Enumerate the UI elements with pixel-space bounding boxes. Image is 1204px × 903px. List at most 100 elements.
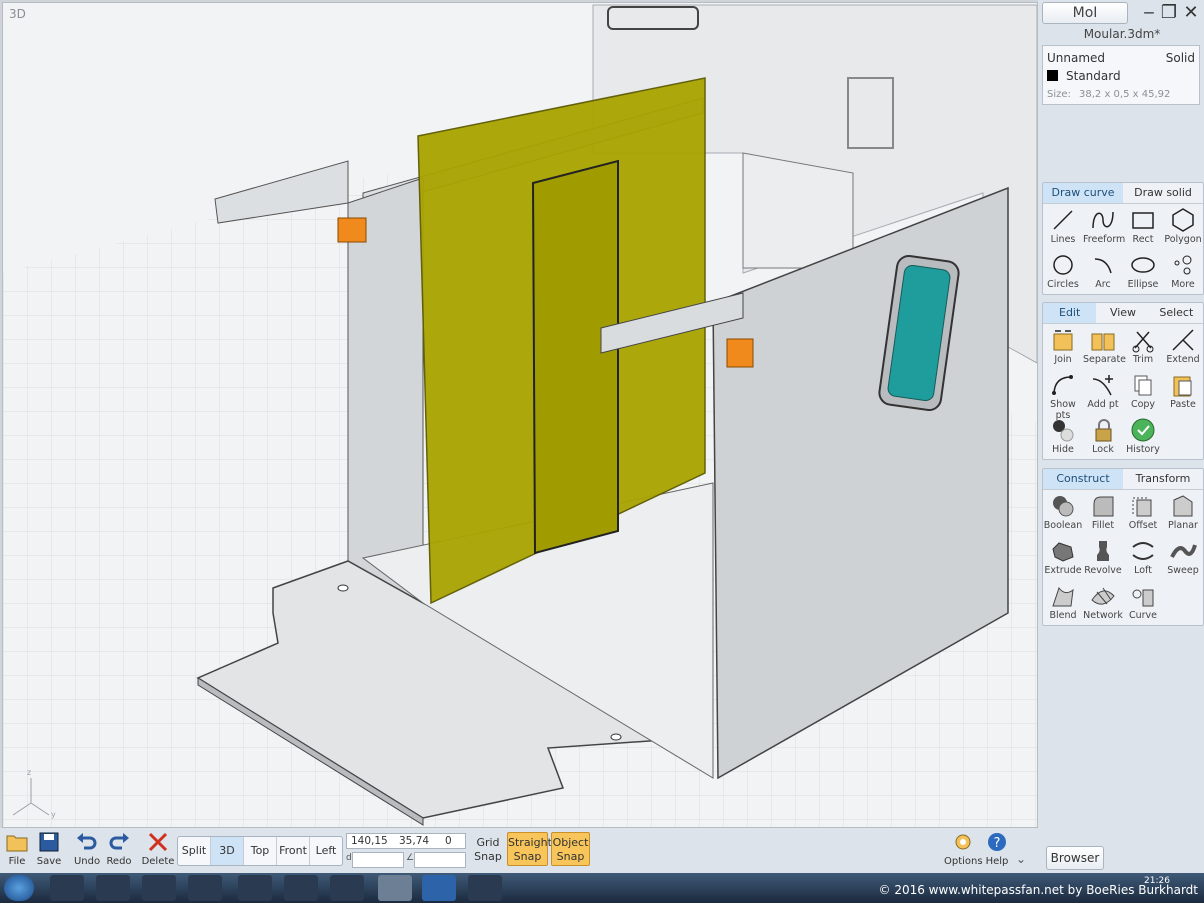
object-snap-line2: Snap	[556, 850, 585, 863]
svg-text:z: z	[27, 768, 31, 777]
copy-button[interactable]: Copy	[1123, 369, 1163, 414]
tab-draw-curve[interactable]: Draw curve	[1043, 183, 1123, 203]
extend-button[interactable]: Extend	[1163, 324, 1203, 369]
arc-button[interactable]: Arc	[1083, 249, 1123, 294]
object-name[interactable]: Unnamed	[1047, 51, 1105, 65]
explorer-icon[interactable]	[142, 875, 176, 901]
media-player-icon[interactable]	[50, 875, 84, 901]
ellipse-button[interactable]: Ellipse	[1123, 249, 1163, 294]
lines-button[interactable]: Lines	[1043, 204, 1083, 249]
tool-label: Sweep	[1167, 565, 1199, 576]
save-button[interactable]: Save	[32, 832, 66, 867]
app-2009-icon[interactable]	[238, 875, 272, 901]
hide-button[interactable]: Hide	[1043, 414, 1083, 459]
layer-color-swatch[interactable]	[1047, 70, 1058, 81]
sweep-button[interactable]: Sweep	[1163, 535, 1203, 580]
straight-snap-line2: Snap	[513, 850, 542, 863]
trim-button[interactable]: Trim	[1123, 324, 1163, 369]
file-button[interactable]: File	[0, 832, 34, 867]
history-button[interactable]: History	[1123, 414, 1163, 459]
tool-label: Hide	[1052, 444, 1074, 455]
restore-icon[interactable]: ❐	[1158, 2, 1180, 24]
grid-snap-toggle[interactable]: Grid Snap	[472, 836, 504, 864]
browser-button[interactable]: Browser	[1046, 846, 1104, 870]
angle-field[interactable]	[414, 852, 466, 868]
ie-icon[interactable]	[188, 875, 222, 901]
view-front-button[interactable]: Front	[277, 837, 310, 865]
redo-button[interactable]: Redo	[102, 832, 136, 867]
app-menu-button[interactable]: MoI	[1042, 2, 1128, 24]
polygon-icon	[1163, 206, 1203, 234]
blend-icon	[1043, 582, 1083, 610]
network-button[interactable]: Network	[1083, 580, 1123, 625]
extrude-button[interactable]: Extrude	[1043, 535, 1083, 580]
paste-button[interactable]: Paste	[1163, 369, 1203, 414]
object-snap-toggle[interactable]: Object Snap	[551, 832, 590, 866]
more-button[interactable]: More	[1163, 249, 1203, 294]
view-left-button[interactable]: Left	[310, 837, 342, 865]
chrome-icon[interactable]	[96, 875, 130, 901]
loft-button[interactable]: Loft	[1123, 535, 1163, 580]
tab-edit[interactable]: Edit	[1043, 303, 1097, 323]
polygon-button[interactable]: Polygon	[1163, 204, 1203, 249]
clamp-left	[337, 217, 367, 243]
delete-button[interactable]: Delete	[141, 832, 175, 867]
fillet-button[interactable]: Fillet	[1083, 490, 1123, 535]
tool-label: Curve	[1128, 610, 1158, 621]
angle-label: ∠	[406, 853, 415, 863]
options-button[interactable]: Options	[944, 832, 983, 867]
tab-transform[interactable]: Transform	[1123, 469, 1203, 489]
show-points-button[interactable]: Show pts	[1043, 369, 1083, 421]
minimize-icon[interactable]: ‒	[1138, 2, 1160, 24]
undo-icon	[77, 833, 97, 850]
blend-button[interactable]: Blend	[1043, 580, 1083, 625]
revolve-button[interactable]: Revolve	[1083, 535, 1123, 580]
xyz-field[interactable]: 140,15 35,74 0	[346, 833, 466, 849]
undo-button[interactable]: Undo	[70, 832, 104, 867]
tool-label: Lock	[1092, 444, 1114, 455]
paint-icon[interactable]	[284, 875, 318, 901]
view-split-button[interactable]: Split	[178, 837, 211, 865]
scene-canvas[interactable]: z y	[3, 3, 1037, 827]
freeform-button[interactable]: Freeform	[1083, 204, 1125, 249]
size-value: 38,2 x 0,5 x 45,92	[1079, 89, 1171, 100]
circles-button[interactable]: Circles	[1043, 249, 1083, 294]
file-label: File	[8, 856, 26, 867]
size-label: Size:	[1047, 89, 1071, 100]
offset-button[interactable]: Offset	[1123, 490, 1163, 535]
mail-icon[interactable]	[468, 875, 502, 901]
delete-icon	[148, 832, 168, 852]
object-type: Solid	[1165, 51, 1195, 65]
curve-button[interactable]: Curve	[1123, 580, 1163, 625]
lock-button[interactable]: Lock	[1083, 414, 1123, 459]
help-label: Help	[985, 856, 1009, 867]
separate-icon	[1083, 326, 1123, 354]
3d-viewport[interactable]: z y 3D	[2, 2, 1038, 828]
planar-button[interactable]: Planar	[1163, 490, 1203, 535]
collapse-chevron-icon[interactable]: ⌄	[1016, 852, 1026, 866]
view-switcher: Split 3D Top Front Left	[177, 836, 343, 866]
moi-taskbar-icon[interactable]	[378, 875, 412, 901]
view-3d-button[interactable]: 3D	[211, 837, 244, 865]
layer-name[interactable]: Standard	[1066, 69, 1121, 83]
network-icon[interactable]	[330, 875, 364, 901]
close-icon[interactable]: ✕	[1180, 2, 1202, 24]
pse-icon[interactable]	[422, 875, 456, 901]
view-top-button[interactable]: Top	[244, 837, 277, 865]
tool-label: History	[1126, 444, 1160, 455]
rect-button[interactable]: Rect	[1123, 204, 1163, 249]
properties-box[interactable]: Unnamed Solid Standard Size: 38,2 x 0,5 …	[1042, 45, 1200, 105]
start-button-icon[interactable]	[4, 875, 34, 901]
tab-draw-solid[interactable]: Draw solid	[1123, 183, 1203, 203]
straight-snap-toggle[interactable]: Straight Snap	[507, 832, 552, 866]
join-button[interactable]: Join	[1043, 324, 1083, 369]
tab-construct[interactable]: Construct	[1043, 469, 1123, 489]
add-point-button[interactable]: Add pt	[1083, 369, 1123, 414]
distance-field[interactable]	[352, 852, 404, 868]
tab-select[interactable]: Select	[1150, 303, 1203, 323]
tab-view[interactable]: View	[1096, 303, 1149, 323]
help-button[interactable]: ? Help	[982, 832, 1012, 867]
separate-button[interactable]: Separate	[1083, 324, 1126, 369]
copyright-watermark: © 2016 www.whitepassfan.net by BoeRies B…	[878, 883, 1198, 897]
boolean-button[interactable]: Boolean	[1043, 490, 1083, 535]
